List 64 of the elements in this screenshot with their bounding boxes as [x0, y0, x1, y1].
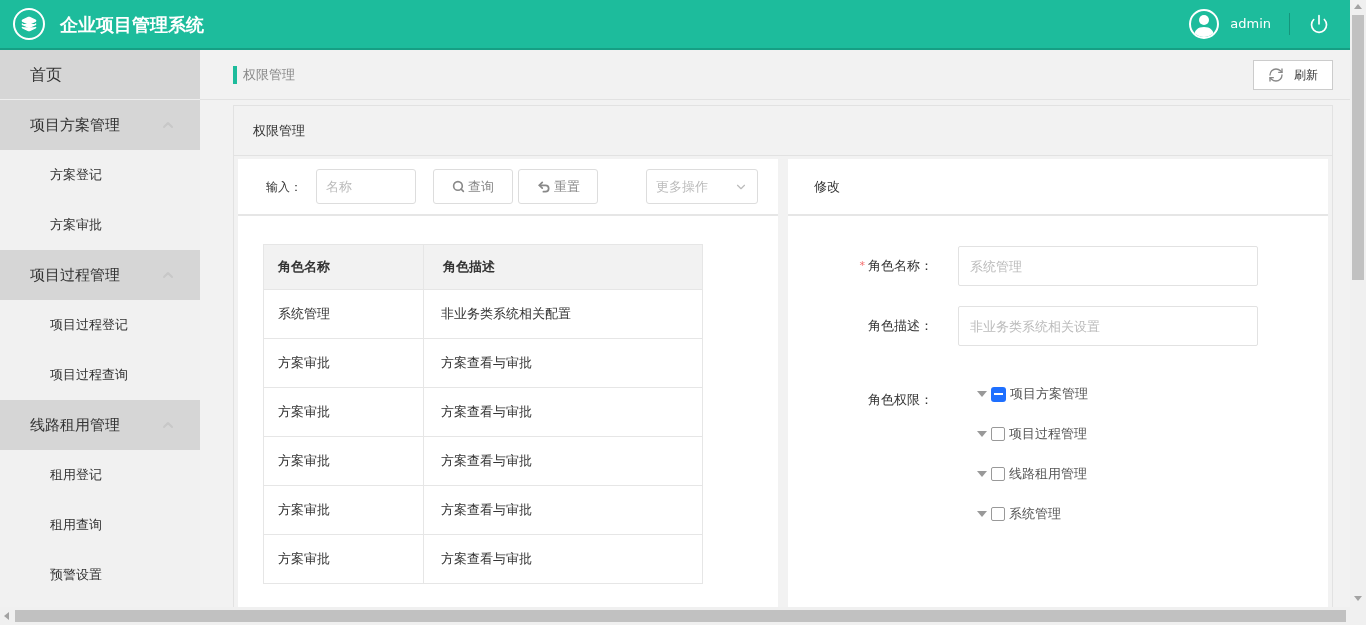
sidebar-item[interactable]: 预警设置 — [0, 550, 200, 600]
scroll-up-icon[interactable] — [1354, 4, 1362, 9]
table-cell-text: 方案查看与审批 — [440, 501, 533, 520]
table-cell-text: 方案查看与审批 — [440, 452, 533, 471]
sidebar-item[interactable]: 项目过程查询 — [0, 350, 200, 400]
sidebar-item[interactable]: 租用查询 — [0, 500, 200, 550]
tree-label: 项目方案管理 — [1010, 385, 1088, 404]
undo-arrow-icon — [536, 179, 551, 194]
sidebar-group[interactable]: 项目方案管理 — [0, 100, 200, 150]
table-cell-text: 非业务类系统相关配置 — [440, 305, 572, 324]
breadcrumb: 权限管理 — [243, 65, 295, 84]
layers-icon — [13, 8, 45, 40]
refresh-icon — [1268, 66, 1284, 83]
checkbox[interactable] — [991, 386, 1006, 402]
refresh-button[interactable]: 刷新 — [1253, 59, 1333, 90]
input-field[interactable]: 系统管理 — [958, 246, 1258, 286]
sidebar-item[interactable]: 方案登记 — [0, 150, 200, 200]
sidebar-item[interactable]: 租用登记 — [0, 450, 200, 500]
tree-node[interactable]: 项目过程管理 — [977, 424, 1088, 444]
reset-button[interactable]: 重置 — [518, 169, 598, 204]
table-cell: 方案审批 — [264, 388, 424, 436]
field-label: 角色描述： — [868, 317, 933, 336]
field-label: 角色权限： — [868, 391, 933, 409]
sidebar-item[interactable]: 方案审批 — [0, 200, 200, 250]
table-cell-text: 方案查看与审批 — [440, 403, 533, 422]
column-header: 角色名称 — [264, 245, 424, 289]
sidebar-group[interactable]: 线路租用管理 — [0, 400, 200, 450]
required-mark: * — [859, 257, 865, 274]
tree-node[interactable]: 系统管理 — [977, 504, 1088, 524]
table-cell-text: 方案查看与审批 — [440, 354, 533, 373]
home-menu-item[interactable]: 首页 — [0, 50, 200, 100]
checkbox[interactable] — [991, 427, 1005, 441]
caret-icon[interactable] — [977, 391, 987, 397]
checkbox[interactable] — [991, 507, 1005, 521]
avatar-icon[interactable] — [1189, 9, 1220, 39]
input-label: 输入： — [266, 178, 302, 196]
tree-node[interactable]: 项目方案管理 — [977, 384, 1088, 404]
scroll-left-icon[interactable] — [4, 612, 9, 620]
caret-icon[interactable] — [977, 511, 987, 517]
sidebar-group[interactable]: 项目过程管理 — [0, 250, 200, 300]
query-button[interactable]: 查询 — [433, 169, 513, 204]
table-cell: 方案审批 — [264, 486, 424, 534]
tree-label: 系统管理 — [1009, 505, 1061, 524]
scroll-down-icon[interactable] — [1354, 596, 1362, 601]
table-cell: 方案审批 — [264, 535, 424, 583]
name-field[interactable]: 名称 — [316, 169, 416, 204]
caret-icon[interactable] — [977, 471, 987, 477]
table-cell: 方案审批 — [264, 339, 424, 387]
input-field[interactable]: 非业务类系统相关设置 — [958, 306, 1258, 346]
tree-label: 线路租用管理 — [1009, 465, 1087, 484]
sidebar-item[interactable]: 项目过程登记 — [0, 300, 200, 350]
caret-icon[interactable] — [977, 431, 987, 437]
power-icon[interactable] — [1309, 14, 1329, 34]
table-cell: 方案审批 — [264, 437, 424, 485]
tree-label: 项目过程管理 — [1009, 425, 1087, 444]
app-title: 企业项目管理系统 — [60, 12, 204, 37]
column-header: 角色描述 — [442, 258, 496, 277]
field-label: 角色名称： — [868, 257, 933, 276]
table-cell: 系统管理 — [264, 290, 424, 338]
checkbox[interactable] — [991, 467, 1005, 481]
card-title: 修改 — [814, 177, 840, 196]
tree-node[interactable]: 线路租用管理 — [977, 464, 1088, 484]
search-icon — [452, 180, 465, 193]
table-cell-text: 方案查看与审批 — [440, 550, 533, 569]
